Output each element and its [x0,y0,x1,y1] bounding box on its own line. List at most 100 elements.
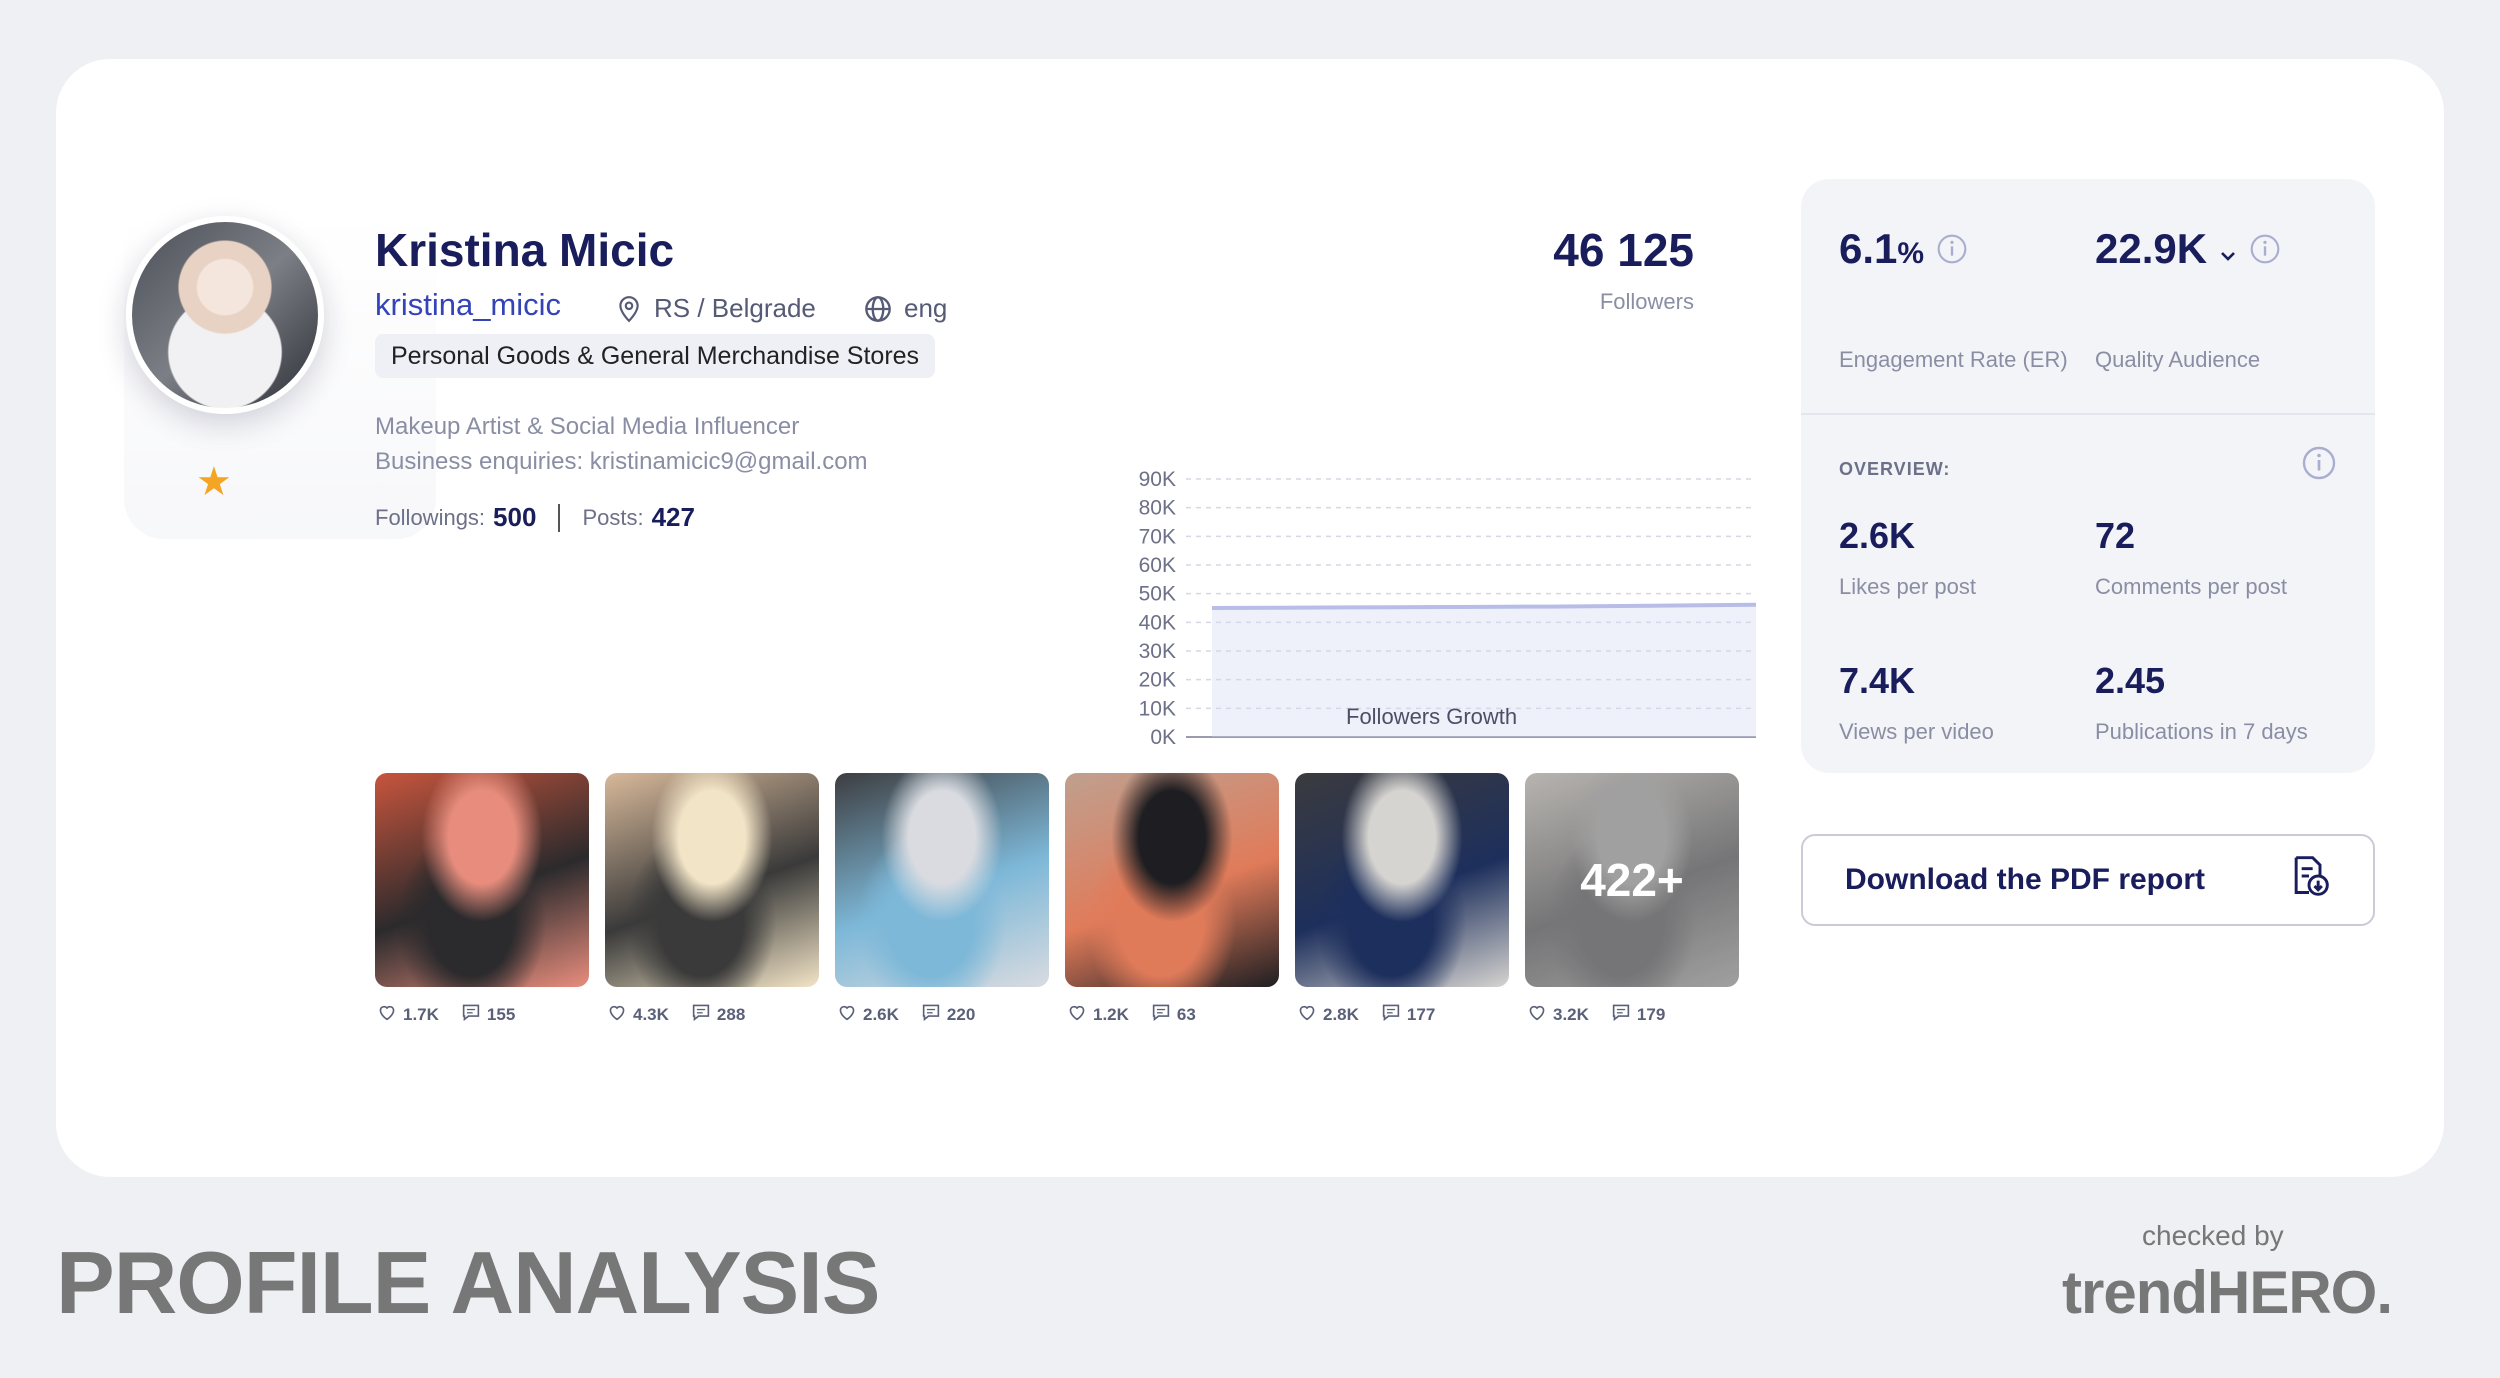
qa-label: Quality Audience [2095,347,2261,372]
er-label: Engagement Rate (ER) [1839,347,2068,372]
posts-label: Posts: [582,504,644,530]
followers-label: Followers [1599,289,1694,314]
y-tick-label: 30K [1139,640,1176,663]
download-file-icon [2287,854,2331,906]
profile-counts: Followings: 500 Posts: 427 [375,502,695,533]
info-icon[interactable] [2301,445,2337,481]
post-item[interactable]: 1.2K 63 [1065,773,1279,1026]
brand-logo: trendHERO. [2062,1259,2393,1326]
comment-icon [1151,1003,1171,1026]
views-per-video-value: 7.4K [1839,660,1916,701]
divider [558,503,561,532]
post-item[interactable]: 2.8K 177 [1295,773,1509,1026]
post-stats: 3.2K 179 [1525,1003,1739,1026]
post-item[interactable]: 4.3K 288 [605,773,819,1026]
post-item[interactable]: 2.6K 220 [835,773,1049,1026]
post-stats: 2.8K 177 [1295,1003,1509,1026]
more-posts-overlay[interactable]: 422+ [1525,773,1739,987]
post-likes-count: 2.8K [1323,1004,1359,1024]
post-thumbnail[interactable]: 422+ [1525,773,1739,987]
y-tick-label: 90K [1139,468,1176,491]
recent-posts: 1.7K 155 4.3K 288 2.6K 220 1.2K 63 2.8K … [375,773,1739,1026]
heart-icon [377,1003,397,1026]
y-tick-label: 50K [1139,583,1176,606]
profile-name: Kristina Micic [375,224,675,276]
post-comments-count: 177 [1406,1004,1436,1024]
followings-count: 500 [493,502,537,532]
heart-icon [1067,1003,1087,1026]
post-likes-count: 4.3K [633,1004,669,1024]
post-item[interactable]: 422+ 3.2K 179 [1525,773,1739,1026]
location-text: RS / Belgrade [654,293,816,323]
comment-icon [1381,1003,1401,1026]
publications-label: Publications in 7 days [2095,719,2308,744]
divider [1801,413,2375,415]
post-likes-count: 2.6K [863,1004,899,1024]
avatar[interactable] [126,216,324,414]
post-comments-count: 63 [1176,1004,1196,1024]
er-unit: % [1897,237,1925,270]
post-thumbnail[interactable] [605,773,819,987]
engagement-rate: 6.1% [1839,225,1968,273]
globe-icon [864,295,892,323]
info-icon[interactable] [2249,233,2281,265]
post-likes-count: 1.7K [403,1004,439,1024]
followers-growth-chart: 0K 10K 20K 30K 40K 50K 60K 70K 80K 90K [1139,468,1757,749]
comment-icon [1611,1003,1631,1026]
profile-handle-link[interactable]: kristina_micic [375,287,561,323]
y-tick-label: 40K [1139,611,1176,634]
bio-line: Business enquiries: kristinamicic9@gmail… [375,448,868,475]
post-thumbnail[interactable] [835,773,1049,987]
profile-bio: Makeup Artist & Social Media Influencer … [375,409,868,479]
bio-line: Makeup Artist & Social Media Influencer [375,413,800,440]
followings-label: Followings: [375,504,486,530]
heart-icon [837,1003,857,1026]
comment-icon [921,1003,941,1026]
post-comments-count: 220 [946,1004,976,1024]
location: RS / Belgrade [616,293,816,324]
post-stats: 1.2K 63 [1065,1003,1279,1026]
post-comments: 63 [1151,1003,1196,1026]
er-value: 6.1 [1839,225,1898,272]
post-thumbnail[interactable] [375,773,589,987]
post-likes: 2.6K [837,1003,899,1026]
post-thumbnail[interactable] [1295,773,1509,987]
post-likes: 2.8K [1297,1003,1359,1026]
post-comments-count: 288 [716,1004,746,1024]
comments-per-post-value: 72 [2095,515,2136,556]
post-comments: 179 [1611,1003,1665,1026]
star-icon[interactable]: ★ [196,462,232,502]
publications-value: 2.45 [2095,660,2166,701]
post-likes: 4.3K [607,1003,669,1026]
download-label: Download the PDF report [1845,863,2205,896]
post-thumbnail[interactable] [1065,773,1279,987]
chevron-down-icon[interactable] [2219,225,2237,273]
post-comments: 288 [691,1003,745,1026]
followers-count: 46 125 [1553,224,1694,276]
y-tick-label: 20K [1139,669,1176,692]
post-comments: 177 [1381,1003,1435,1026]
post-item[interactable]: 1.7K 155 [375,773,589,1026]
location-pin-icon [616,295,642,323]
post-stats: 4.3K 288 [605,1003,819,1026]
quality-audience: 22.9K [2095,225,2281,273]
info-icon[interactable] [1936,233,1968,265]
y-tick-label: 80K [1139,497,1176,520]
download-pdf-button[interactable]: Download the PDF report [1801,834,2375,926]
metrics-panel: 6.1% Engagement Rate (ER) 22.9K Quality … [1801,179,2375,773]
post-comments-count: 155 [486,1004,516,1024]
heart-icon [1297,1003,1317,1026]
heart-icon [1527,1003,1547,1026]
likes-per-post-label: Likes per post [1839,574,1976,599]
post-stats: 2.6K 220 [835,1003,1049,1026]
chart-xlabel: Followers Growth [1346,704,1518,729]
comment-icon [461,1003,481,1026]
language-text: eng [904,293,948,323]
comment-icon [691,1003,711,1026]
post-likes: 1.2K [1067,1003,1129,1026]
post-likes: 3.2K [1527,1003,1589,1026]
overview-title: OVERVIEW: [1839,459,1951,479]
post-comments: 220 [921,1003,975,1026]
heart-icon [607,1003,627,1026]
profile-card: ★ Kristina Micic kristina_micic RS / Bel… [56,59,2444,1177]
